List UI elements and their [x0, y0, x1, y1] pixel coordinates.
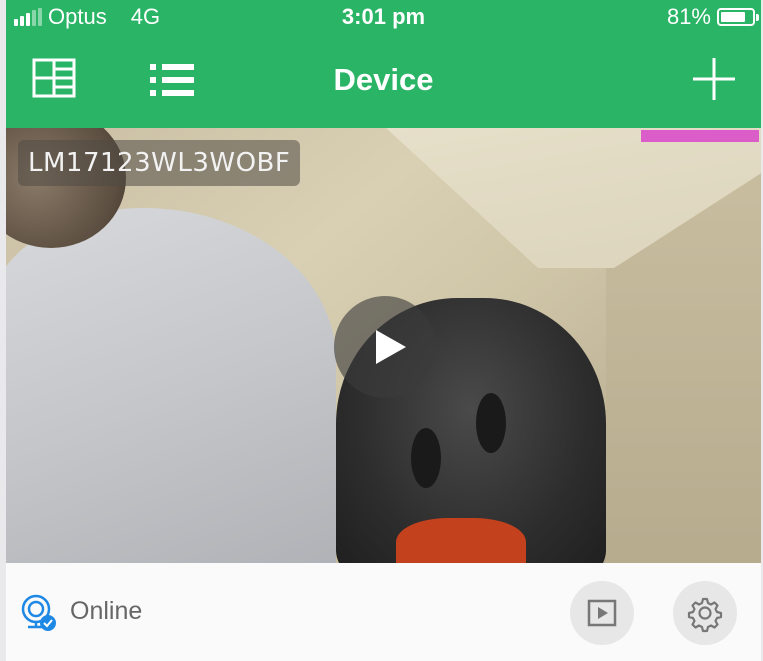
- page-title: Device: [333, 62, 434, 97]
- online-status-text: Online: [70, 597, 143, 625]
- person-shape: [6, 208, 336, 563]
- play-button[interactable]: [334, 296, 436, 398]
- status-right: 81%: [666, 4, 759, 29]
- gear-icon: [687, 597, 723, 633]
- top-bar: Optus 4G 3:01 pm 81% Device: [6, 0, 761, 128]
- camera-preview[interactable]: LM17123WL3WOBF: [6, 128, 761, 563]
- device-id-label: LM17123WL3WOBF: [18, 140, 301, 186]
- playback-icon: [587, 599, 617, 627]
- playback-button[interactable]: [570, 581, 634, 645]
- camera-osd-timestamp: [641, 130, 759, 142]
- battery-icon: [717, 8, 759, 26]
- play-icon: [376, 330, 406, 364]
- status-time: 3:01 pm: [341, 4, 426, 29]
- add-device-button[interactable]: [691, 56, 737, 102]
- battery-percent: 81%: [666, 4, 711, 29]
- settings-button[interactable]: [673, 581, 737, 645]
- camera-online-icon: [20, 593, 58, 633]
- device-footer: Online: [6, 563, 761, 661]
- add-icon: [693, 58, 735, 100]
- app-frame: Optus 4G 3:01 pm 81% Device LM17123WL3WO…: [6, 0, 761, 661]
